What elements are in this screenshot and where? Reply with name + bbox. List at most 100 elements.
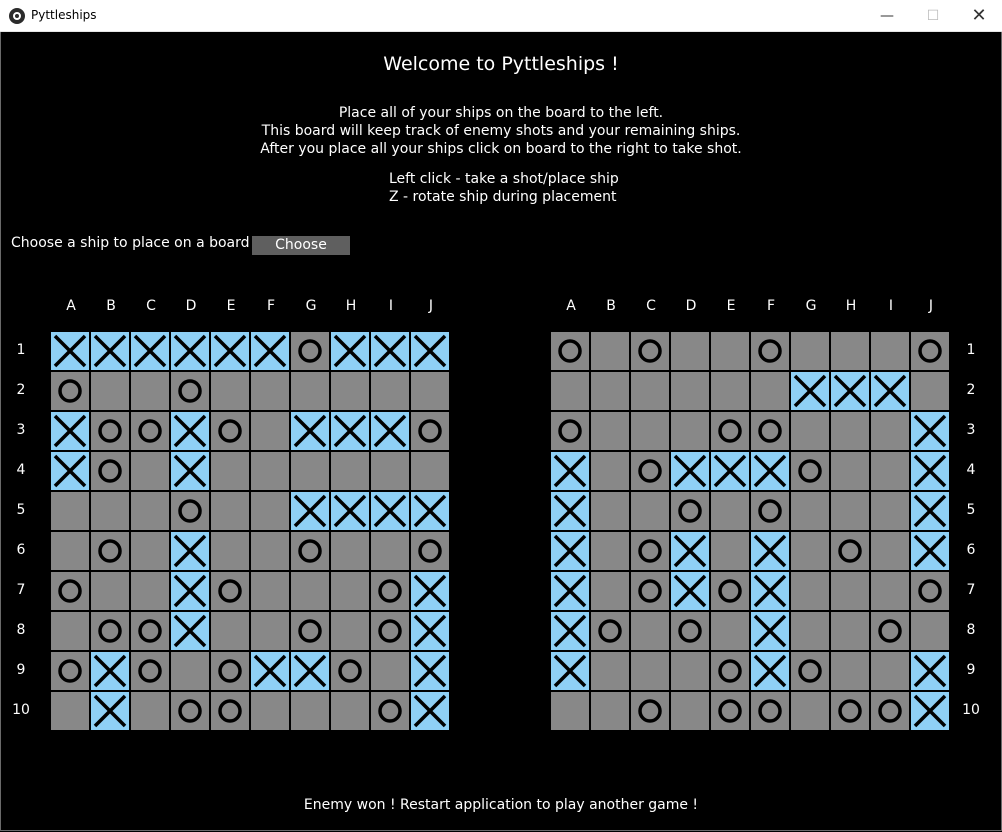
player-board-cell[interactable] — [171, 612, 209, 650]
enemy-board-cell[interactable] — [751, 612, 789, 650]
player-board-cell[interactable] — [91, 372, 129, 410]
enemy-board-cell[interactable] — [791, 652, 829, 690]
enemy-board-cell[interactable] — [871, 532, 909, 570]
player-board-cell[interactable] — [131, 652, 169, 690]
enemy-board-cell[interactable] — [831, 572, 869, 610]
player-board-cell[interactable] — [251, 532, 289, 570]
enemy-board-cell[interactable] — [791, 692, 829, 730]
enemy-board-cell[interactable] — [751, 692, 789, 730]
player-board-cell[interactable] — [291, 612, 329, 650]
enemy-board-cell[interactable] — [751, 332, 789, 370]
player-board-cell[interactable] — [371, 332, 409, 370]
enemy-board-cell[interactable] — [871, 492, 909, 530]
enemy-board-cell[interactable] — [551, 372, 589, 410]
enemy-board-cell[interactable] — [591, 692, 629, 730]
player-board-cell[interactable] — [171, 692, 209, 730]
enemy-board-cell[interactable] — [871, 372, 909, 410]
player-board-cell[interactable] — [91, 532, 129, 570]
enemy-board-cell[interactable] — [871, 572, 909, 610]
player-board-cell[interactable] — [51, 572, 89, 610]
enemy-board-cell[interactable] — [551, 652, 589, 690]
player-board-cell[interactable] — [131, 372, 169, 410]
player-board-cell[interactable] — [91, 332, 129, 370]
enemy-board-cell[interactable] — [671, 492, 709, 530]
enemy-board-cell[interactable] — [791, 372, 829, 410]
player-board-cell[interactable] — [171, 452, 209, 490]
enemy-board-cell[interactable] — [831, 452, 869, 490]
enemy-board-cell[interactable] — [551, 492, 589, 530]
enemy-board-cell[interactable] — [791, 492, 829, 530]
player-board-cell[interactable] — [371, 452, 409, 490]
player-board-cell[interactable] — [411, 372, 449, 410]
player-board-cell[interactable] — [331, 412, 369, 450]
enemy-board-cell[interactable] — [591, 332, 629, 370]
enemy-board-cell[interactable] — [751, 532, 789, 570]
enemy-board-cell[interactable] — [751, 452, 789, 490]
enemy-board-cell[interactable] — [871, 332, 909, 370]
player-board-cell[interactable] — [371, 492, 409, 530]
enemy-board-cell[interactable] — [751, 372, 789, 410]
player-board-cell[interactable] — [291, 372, 329, 410]
maximize-button[interactable]: ☐ — [910, 0, 956, 31]
enemy-board-cell[interactable] — [591, 652, 629, 690]
enemy-board-cell[interactable] — [671, 332, 709, 370]
enemy-board-cell[interactable] — [871, 652, 909, 690]
player-board-cell[interactable] — [251, 692, 289, 730]
enemy-board-cell[interactable] — [551, 692, 589, 730]
enemy-board-cell[interactable] — [551, 412, 589, 450]
player-board-cell[interactable] — [411, 452, 449, 490]
enemy-board-cell[interactable] — [671, 372, 709, 410]
player-board-cell[interactable] — [251, 372, 289, 410]
enemy-board-cell[interactable] — [911, 452, 949, 490]
enemy-board-cell[interactable] — [631, 652, 669, 690]
player-board-cell[interactable] — [171, 492, 209, 530]
enemy-board-cell[interactable] — [871, 692, 909, 730]
player-board-cell[interactable] — [211, 652, 249, 690]
player-board-cell[interactable] — [211, 532, 249, 570]
player-board-cell[interactable] — [331, 692, 369, 730]
enemy-board-cell[interactable] — [631, 332, 669, 370]
enemy-board-cell[interactable] — [791, 452, 829, 490]
enemy-board-cell[interactable] — [751, 572, 789, 610]
player-board-cell[interactable] — [131, 532, 169, 570]
player-board-cell[interactable] — [331, 532, 369, 570]
enemy-board-cell[interactable] — [591, 412, 629, 450]
player-board-cell[interactable] — [51, 492, 89, 530]
player-board-cell[interactable] — [371, 652, 409, 690]
enemy-board-cell[interactable] — [711, 572, 749, 610]
player-board-cell[interactable] — [51, 332, 89, 370]
enemy-board-cell[interactable] — [871, 452, 909, 490]
enemy-board-cell[interactable] — [831, 532, 869, 570]
enemy-board-cell[interactable] — [831, 492, 869, 530]
player-board-cell[interactable] — [251, 572, 289, 610]
player-board-cell[interactable] — [251, 452, 289, 490]
player-board-cell[interactable] — [91, 692, 129, 730]
player-board-cell[interactable] — [331, 372, 369, 410]
player-board-cell[interactable] — [91, 412, 129, 450]
enemy-board-cell[interactable] — [911, 492, 949, 530]
enemy-board-cell[interactable] — [631, 692, 669, 730]
player-board-cell[interactable] — [131, 692, 169, 730]
player-board-cell[interactable] — [411, 652, 449, 690]
player-board-cell[interactable] — [211, 332, 249, 370]
player-board-cell[interactable] — [411, 692, 449, 730]
enemy-board-cell[interactable] — [631, 452, 669, 490]
player-board-cell[interactable] — [171, 412, 209, 450]
enemy-board-cell[interactable] — [911, 372, 949, 410]
enemy-board-cell[interactable] — [591, 572, 629, 610]
enemy-board-cell[interactable] — [871, 412, 909, 450]
player-board-cell[interactable] — [291, 332, 329, 370]
player-board-cell[interactable] — [131, 572, 169, 610]
player-board-cell[interactable] — [251, 332, 289, 370]
player-board-cell[interactable] — [291, 692, 329, 730]
enemy-board-cell[interactable] — [911, 612, 949, 650]
player-board-cell[interactable] — [371, 532, 409, 570]
enemy-board-cell[interactable] — [671, 412, 709, 450]
close-button[interactable]: ✕ — [956, 0, 1002, 31]
player-board-cell[interactable] — [411, 412, 449, 450]
player-board-cell[interactable] — [411, 612, 449, 650]
enemy-board-cell[interactable] — [911, 692, 949, 730]
enemy-board-cell[interactable] — [911, 332, 949, 370]
player-board-cell[interactable] — [51, 612, 89, 650]
enemy-board-cell[interactable] — [711, 652, 749, 690]
